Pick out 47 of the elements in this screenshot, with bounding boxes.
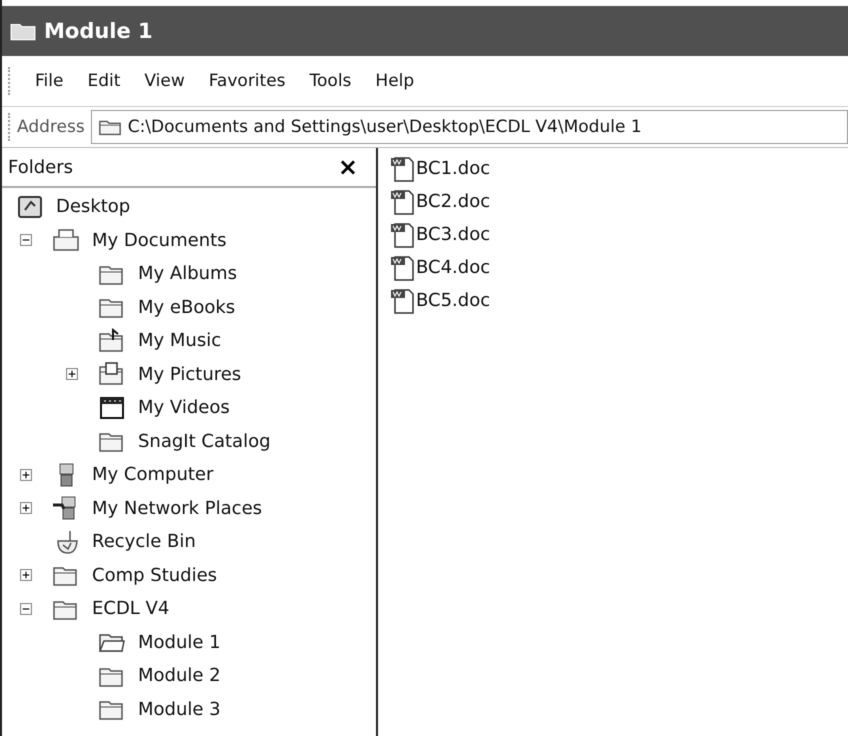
tree-item[interactable]: Module 2 bbox=[138, 665, 221, 686]
expand-toggle[interactable] bbox=[66, 368, 78, 380]
file-name[interactable]: BC3.doc bbox=[416, 224, 490, 245]
expand-toggle[interactable] bbox=[20, 468, 32, 481]
word-document-icon bbox=[390, 286, 416, 314]
expand-toggle[interactable] bbox=[20, 569, 32, 582]
file-name[interactable]: BC2.doc bbox=[416, 191, 490, 212]
picture-folder-icon bbox=[98, 361, 126, 388]
tree-item[interactable]: My Computer bbox=[92, 464, 214, 486]
film-icon bbox=[98, 394, 126, 421]
file-name[interactable]: BC5.doc bbox=[416, 290, 490, 311]
window-title: Module 1 bbox=[44, 19, 153, 43]
tree-item[interactable]: My Documents bbox=[92, 230, 227, 251]
tree-item[interactable]: My Pictures bbox=[138, 364, 242, 385]
close-button[interactable]: × bbox=[334, 153, 362, 181]
tree-item[interactable]: Desktop bbox=[56, 196, 130, 218]
menu-item[interactable]: Favorites bbox=[198, 71, 300, 91]
tree-item[interactable]: Module 1 bbox=[138, 632, 221, 653]
menu-item[interactable]: File bbox=[25, 71, 78, 91]
menu-item[interactable]: View bbox=[134, 71, 199, 91]
tree-item[interactable]: Recycle Bin bbox=[92, 531, 196, 552]
address-label: Address bbox=[17, 117, 85, 137]
menu-item[interactable]: Edit bbox=[77, 71, 134, 91]
tree-item[interactable]: Comp Studies bbox=[92, 564, 218, 586]
address-field[interactable]: C:\Documents and Settings\user\Desktop\ECDL V4\Module 1 bbox=[90, 110, 848, 144]
menu-item[interactable]: Help bbox=[365, 71, 428, 91]
file-name[interactable]: BC1.doc bbox=[416, 158, 490, 179]
pane-title: Folders bbox=[8, 156, 74, 178]
word-document-icon bbox=[390, 154, 416, 182]
collapse-toggle[interactable] bbox=[20, 602, 32, 615]
word-document-icon bbox=[390, 188, 416, 216]
collapse-toggle[interactable] bbox=[20, 234, 32, 246]
word-document-icon bbox=[390, 254, 416, 282]
tree-item[interactable]: My Albums bbox=[138, 263, 237, 284]
menu-item[interactable]: Tools bbox=[300, 71, 366, 91]
tree-item[interactable]: My eBooks bbox=[138, 296, 236, 318]
folder-icon bbox=[52, 227, 80, 254]
tree-item[interactable]: My Music bbox=[138, 330, 222, 352]
tree-item[interactable]: My Videos bbox=[138, 397, 230, 418]
tree-item[interactable]: ECDL V4 bbox=[92, 598, 170, 620]
tree-item[interactable]: Module 3 bbox=[138, 698, 221, 720]
file-name[interactable]: BC4.doc bbox=[416, 257, 490, 278]
word-document-icon bbox=[390, 220, 416, 248]
tree-item[interactable]: SnagIt Catalog bbox=[138, 430, 271, 452]
music-folder-icon bbox=[98, 328, 126, 354]
expand-toggle[interactable] bbox=[20, 502, 32, 514]
tree-item[interactable]: My Network Places bbox=[92, 498, 262, 519]
